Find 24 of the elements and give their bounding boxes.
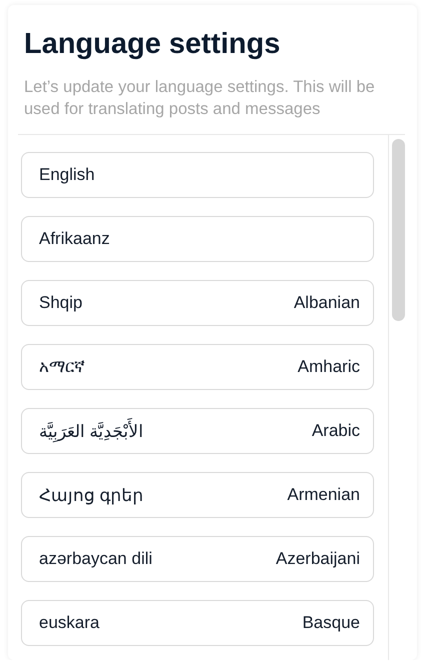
native-name: አማርኛ [39,357,85,377]
native-name: Afrikaanz [39,229,110,249]
native-name: الأَبْجَدِيَّة العَرَبِيَّة [39,420,144,442]
language-option[interactable]: azərbaycan dili Azerbaijani [21,536,374,582]
language-option[interactable]: Հայոց գրեր Armenian [21,472,374,518]
native-name: Հայոց գրեր [39,484,144,506]
native-name: azərbaycan dili [39,549,152,569]
native-name: Shqip [39,293,82,313]
native-name: English [39,165,95,185]
language-option[interactable]: Afrikaanz [21,216,374,262]
language-option[interactable]: euskara Basque [21,600,374,646]
english-name: Amharic [298,357,360,377]
scrollbar-thumb[interactable] [392,139,405,321]
native-name: euskara [39,613,100,633]
language-option[interactable]: English [21,152,374,198]
language-option[interactable]: አማርኛ Amharic [21,344,374,390]
description-text: Let’s update your language settings. This will be used for translating posts and messages [24,77,376,120]
english-name: Armenian [287,485,360,505]
english-name: Azerbaijani [276,549,360,569]
english-name: Albanian [294,293,360,313]
language-option[interactable]: Shqip Albanian [21,280,374,326]
page-title: Language settings [24,27,280,61]
english-name: Basque [302,613,360,633]
english-name: Arabic [312,421,360,441]
